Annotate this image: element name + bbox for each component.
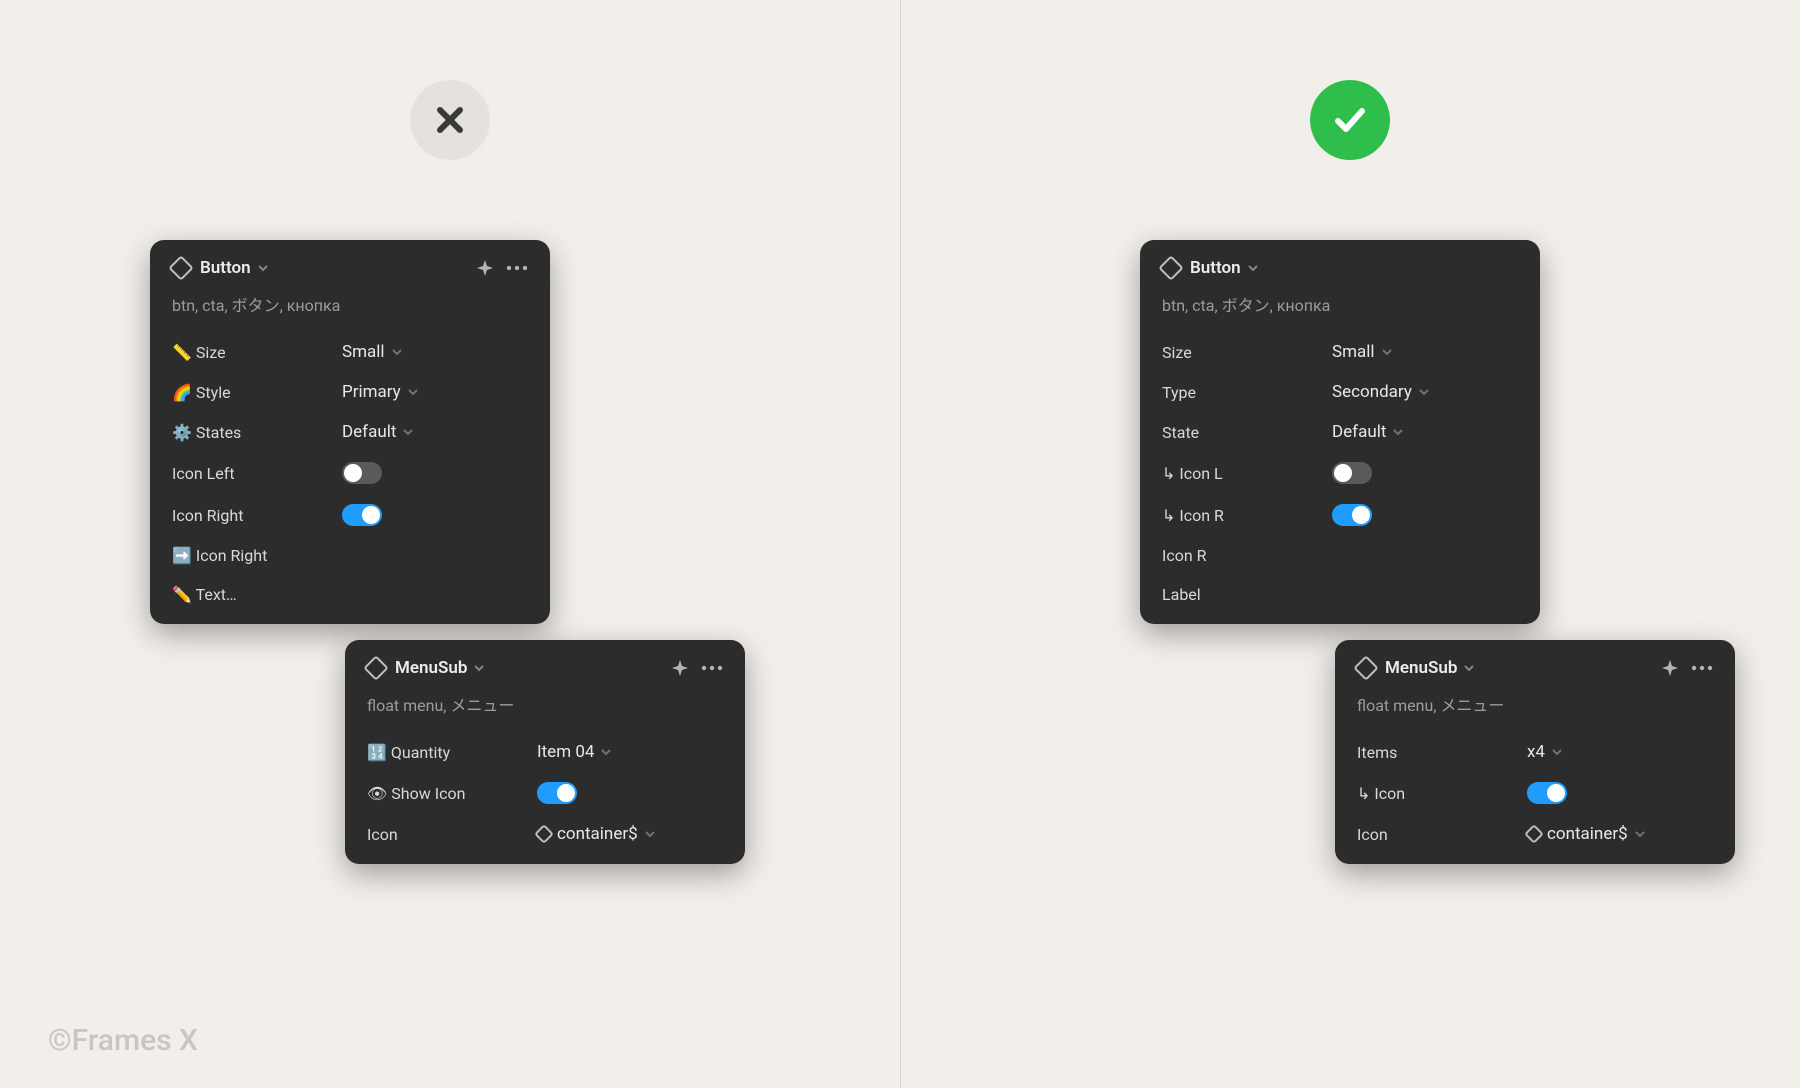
prop-label: State <box>1162 423 1332 442</box>
prop-label: 📏 Size <box>172 343 342 362</box>
prop-label: Icon <box>1357 825 1527 844</box>
panel-title: Button <box>1190 258 1241 278</box>
component-icon <box>1158 255 1183 280</box>
good-badge <box>1310 80 1390 160</box>
prop-label: ↳ Icon L <box>1162 464 1332 483</box>
toggle-icon-l[interactable] <box>1332 462 1372 484</box>
button-panel-good: Button btn, cta, ボタン, кнопка Size Small … <box>1140 240 1540 624</box>
credit-text: ©Frames X <box>48 1023 198 1058</box>
prop-label: 👁 Show Icon <box>367 784 537 803</box>
prop-value[interactable]: container$ <box>1527 824 1646 844</box>
more-icon[interactable] <box>701 665 723 671</box>
check-icon <box>1328 98 1372 142</box>
prop-value[interactable]: Secondary <box>1332 382 1430 402</box>
prop-label: Label <box>1162 585 1332 604</box>
component-icon <box>1353 655 1378 680</box>
prop-value[interactable]: x4 <box>1527 742 1563 762</box>
panel-title: Button <box>200 258 251 278</box>
toggle-icon-left[interactable] <box>342 462 382 484</box>
chevron-down-icon[interactable] <box>257 262 269 274</box>
menusub-panel-good: MenuSub float menu, メニュー Items x4 ↳ Icon… <box>1335 640 1735 864</box>
prop-label: Items <box>1357 743 1527 762</box>
toggle-icon-r[interactable] <box>1332 504 1372 526</box>
panel-desc: float menu, メニュー <box>1335 688 1735 732</box>
prop-label: ↳ Icon R <box>1162 506 1332 525</box>
prop-label: Type <box>1162 383 1332 402</box>
panel-title: MenuSub <box>1385 658 1457 678</box>
prop-label: ⚙️ States <box>172 423 342 442</box>
prop-label: 🔢 Quantity <box>367 743 537 762</box>
more-icon[interactable] <box>506 265 528 271</box>
prop-label: Icon Left <box>172 464 342 483</box>
prop-label: Icon Right <box>172 506 342 525</box>
panel-title: MenuSub <box>395 658 467 678</box>
menusub-panel-bad: MenuSub float menu, メニュー 🔢 Quantity Item… <box>345 640 745 864</box>
prop-label: Icon <box>367 825 537 844</box>
good-example-side: Button btn, cta, ボタン, кнопка Size Small … <box>900 0 1800 1088</box>
prop-value[interactable]: container$ <box>537 824 656 844</box>
button-panel-bad: Button btn, cta, ボタン, кнопка 📏 Size Smal… <box>150 240 550 624</box>
panel-desc: btn, cta, ボタン, кнопка <box>150 288 550 332</box>
more-icon[interactable] <box>1691 665 1713 671</box>
component-icon <box>363 655 388 680</box>
prop-value[interactable]: Small <box>342 342 403 362</box>
panel-desc: btn, cta, ボタン, кнопка <box>1140 288 1540 332</box>
prop-label: ↳ Icon <box>1357 784 1527 803</box>
chevron-down-icon[interactable] <box>1247 262 1259 274</box>
bad-example-side: Button btn, cta, ボタン, кнопка 📏 Size Smal… <box>0 0 900 1088</box>
prop-label: ➡️ Icon Right <box>172 546 342 565</box>
chevron-down-icon[interactable] <box>1463 662 1475 674</box>
toggle-icon[interactable] <box>1527 782 1567 804</box>
prop-label: Icon R <box>1162 546 1332 565</box>
prop-label: 🌈 Style <box>172 383 342 402</box>
prop-value[interactable]: Small <box>1332 342 1393 362</box>
toggle-show-icon[interactable] <box>537 782 577 804</box>
prop-value[interactable]: Item 04 <box>537 742 612 762</box>
chevron-down-icon[interactable] <box>473 662 485 674</box>
panel-desc: float menu, メニュー <box>345 688 745 732</box>
toggle-icon-right[interactable] <box>342 504 382 526</box>
prop-value[interactable]: Primary <box>342 382 419 402</box>
x-icon <box>430 100 470 140</box>
sparkle-icon[interactable] <box>476 259 494 277</box>
prop-label: ✏️ Text… <box>172 585 342 604</box>
component-icon <box>168 255 193 280</box>
prop-value[interactable]: Default <box>1332 422 1404 442</box>
prop-value[interactable]: Default <box>342 422 414 442</box>
bad-badge <box>410 80 490 160</box>
sparkle-icon[interactable] <box>671 659 689 677</box>
prop-label: Size <box>1162 343 1332 362</box>
sparkle-icon[interactable] <box>1661 659 1679 677</box>
